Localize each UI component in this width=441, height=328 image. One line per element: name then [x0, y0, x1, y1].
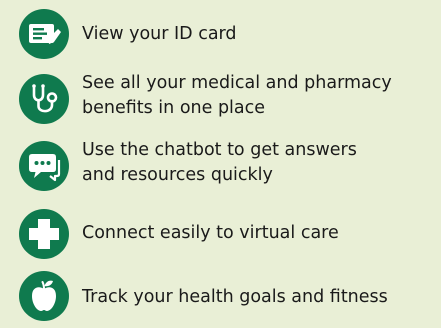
apple-icon [19, 271, 69, 321]
medical-cross-icon [19, 209, 69, 259]
feature-text-virtual-care: Connect easily to virtual care [82, 223, 339, 243]
feature-text-chatbot: Use the chatbot to get answers and resou… [82, 140, 357, 185]
feature-item-health-goals: Track your health goals and fitness [0, 266, 441, 326]
chatbot-icon [19, 141, 69, 191]
feature-item-virtual-care: Connect easily to virtual care [0, 203, 441, 263]
stethoscope-icon [19, 74, 69, 124]
feature-text-benefits: See all your medical and pharmacy benefi… [82, 73, 392, 118]
feature-item-id-card: View your ID card [0, 5, 441, 65]
feature-list: View your ID card See all your medical a… [0, 0, 441, 328]
feature-item-chatbot: Use the chatbot to get answers and resou… [0, 136, 441, 196]
feature-text-health-goals: Track your health goals and fitness [82, 287, 388, 307]
feature-item-benefits: See all your medical and pharmacy benefi… [0, 69, 441, 129]
feature-text-id-card: View your ID card [82, 24, 237, 44]
id-card-icon [19, 9, 69, 59]
